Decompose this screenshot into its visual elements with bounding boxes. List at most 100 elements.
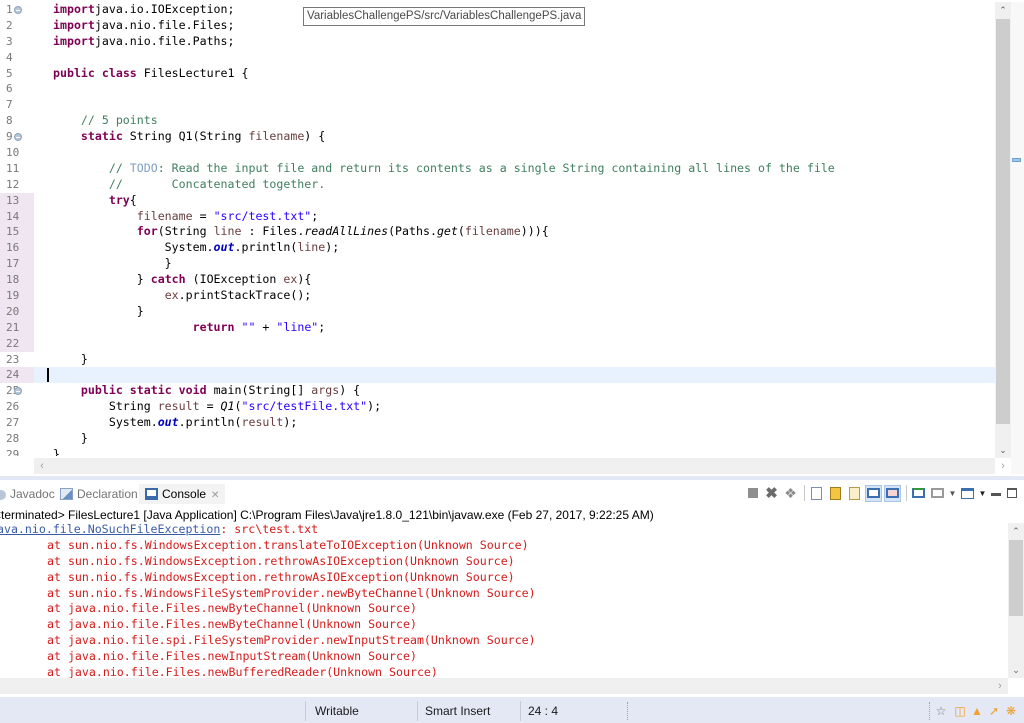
code-line[interactable]: 7: [0, 97, 995, 113]
code-text: }: [53, 431, 88, 447]
code-token: Q1: [220, 399, 235, 414]
tab-declaration[interactable]: Declaration: [60, 484, 138, 504]
editor-horizontal-scrollbar[interactable]: ‹ ›: [34, 458, 1005, 474]
code-line[interactable]: 26 String result = Q1("src/testFile.txt"…: [0, 399, 995, 415]
code-line[interactable]: 6: [0, 81, 995, 97]
code-text: ex.printStackTrace();: [53, 288, 312, 304]
stack-frame-line[interactable]: at java.nio.file.Files.newBufferedReader…: [0, 665, 1008, 678]
close-tab-icon[interactable]: ✕: [211, 490, 219, 501]
fold-collapse-icon[interactable]: [14, 6, 22, 14]
minimize-button[interactable]: ▬: [989, 485, 1003, 502]
console-vertical-scrollbar[interactable]: ⌃ ⌄: [1008, 523, 1024, 678]
scroll-up-icon[interactable]: ⌃: [995, 2, 1011, 18]
code-line[interactable]: 27 System.out.println(result);: [0, 415, 995, 431]
scroll-right-icon[interactable]: ›: [995, 458, 1011, 474]
console-scroll-thumb[interactable]: [1009, 540, 1023, 616]
code-line[interactable]: 17 }: [0, 256, 995, 273]
stack-frame-line[interactable]: at sun.nio.fs.WindowsException.translate…: [0, 538, 1008, 554]
code-line[interactable]: 11 // TODO: Read the input file and retu…: [0, 161, 995, 177]
notification-icon[interactable]: ☆: [934, 704, 948, 718]
code-line[interactable]: 15 for(String line : Files.readAllLines(…: [0, 224, 995, 241]
line-number-text: 6: [6, 82, 13, 96]
stack-frame-line[interactable]: at sun.nio.fs.WindowsFileSystemProvider.…: [0, 586, 1008, 602]
editor-vertical-scrollbar[interactable]: ⌃ ⌄: [995, 2, 1011, 458]
code-line[interactable]: 24: [0, 367, 995, 384]
tab-javadoc[interactable]: Javadoc: [0, 484, 55, 504]
word-wrap-button[interactable]: [846, 485, 863, 502]
maximize-button[interactable]: [1005, 485, 1019, 502]
code-line[interactable]: 21 return "" + "line";: [0, 319, 995, 336]
display-console-button[interactable]: [929, 485, 946, 502]
code-text: } catch (IOException ex){: [53, 272, 312, 288]
line-number-text: 15: [6, 225, 20, 239]
show-on-stderr-button[interactable]: [884, 484, 901, 502]
code-line[interactable]: 4: [0, 50, 995, 66]
code-token: =: [192, 208, 214, 223]
stack-frame-line[interactable]: at sun.nio.fs.WindowsException.rethrowAs…: [0, 570, 1008, 586]
remove-launch-button[interactable]: ✖: [763, 485, 780, 502]
stack-frame-line[interactable]: at java.nio.file.Files.newInputStream(Un…: [0, 649, 1008, 665]
code-token: (: [234, 399, 242, 414]
code-line[interactable]: 8 // 5 points: [0, 113, 995, 129]
scroll-right-icon[interactable]: ›: [992, 678, 1008, 694]
line-number-text: 13: [6, 193, 20, 207]
code-line[interactable]: 22: [0, 335, 995, 352]
graduation-cap-icon[interactable]: ▲: [970, 704, 984, 718]
overview-ruler[interactable]: [1011, 2, 1024, 474]
scroll-lock-button[interactable]: [827, 485, 844, 502]
code-line[interactable]: 5 public class FilesLecture1 {: [0, 66, 995, 82]
pin-console-button[interactable]: [910, 485, 927, 502]
code-line[interactable]: 19 ex.printStackTrace();: [0, 288, 995, 304]
display-console-dropdown[interactable]: ▼: [948, 485, 957, 502]
editor-scroll-thumb[interactable]: [996, 19, 1010, 424]
toolbar-separator: [906, 485, 907, 501]
open-console-button[interactable]: [959, 485, 976, 502]
stack-frame-line[interactable]: at java.nio.file.spi.FileSystemProvider.…: [0, 633, 1008, 649]
code-line[interactable]: 13 try{: [0, 192, 995, 209]
code-token: ex: [283, 272, 298, 287]
code-token: =: [199, 399, 221, 414]
clear-console-button[interactable]: [808, 485, 825, 502]
code-line[interactable]: 16 System.out.println(line);: [0, 240, 995, 257]
insert-mode-status[interactable]: Smart Insert: [425, 702, 490, 720]
terminate-icon: [747, 488, 758, 498]
remove-all-terminated-button[interactable]: ❖: [782, 485, 799, 502]
scroll-down-icon[interactable]: ⌄: [995, 442, 1011, 458]
code-line[interactable]: 12 // Concatenated together.: [0, 177, 995, 193]
line-number: 16: [0, 240, 34, 257]
todo-marker[interactable]: [1012, 158, 1021, 162]
stack-frame-line[interactable]: at java.nio.file.Files.newByteChannel(Un…: [0, 617, 1008, 633]
book-icon[interactable]: ◫: [953, 704, 967, 718]
scroll-left-icon[interactable]: ‹: [34, 458, 50, 474]
tab-console[interactable]: Console ✕: [139, 484, 226, 504]
code-line[interactable]: 23 }: [0, 352, 995, 368]
code-line[interactable]: 25 public static void main(String[] args…: [0, 383, 995, 399]
exception-link[interactable]: java.nio.file.NoSuchFileException: [0, 522, 220, 536]
word-wrap-icon: [849, 486, 860, 500]
terminate-button[interactable]: [744, 485, 761, 502]
console-output[interactable]: java.nio.file.NoSuchFileException: src\t…: [0, 522, 1008, 678]
code-line[interactable]: 18 } catch (IOException ex){: [0, 272, 995, 289]
code-line[interactable]: 10: [0, 145, 995, 161]
magic-wand-icon[interactable]: ➚: [987, 704, 1001, 718]
declaration-icon: [60, 488, 73, 500]
code-line[interactable]: 29}: [0, 447, 995, 456]
code-line[interactable]: 3 importjava.nio.file.Paths;: [0, 34, 995, 50]
scroll-up-icon[interactable]: ⌃: [1008, 523, 1024, 539]
show-on-stdout-button[interactable]: [865, 484, 882, 502]
code-line[interactable]: 28 }: [0, 431, 995, 447]
code-token: ex: [164, 288, 179, 303]
java-editor[interactable]: 1 importjava.io.IOException; 2 importjava.n…: [0, 0, 1024, 476]
code-area[interactable]: 1 importjava.io.IOException; 2 importjava.n…: [0, 2, 995, 456]
code-line[interactable]: 9 static String Q1(String filename) {: [0, 129, 995, 145]
stack-frame-line[interactable]: at sun.nio.fs.WindowsException.rethrowAs…: [0, 554, 1008, 570]
scroll-down-icon[interactable]: ⌄: [1008, 662, 1024, 678]
open-console-dropdown[interactable]: ▼: [978, 485, 987, 502]
code-line[interactable]: 20 }: [0, 303, 995, 320]
console-horizontal-scrollbar[interactable]: ›: [0, 678, 1008, 694]
fold-collapse-icon[interactable]: [14, 133, 22, 142]
fold-collapse-icon[interactable]: [14, 387, 22, 396]
stack-frame-line[interactable]: at java.nio.file.Files.newByteChannel(Un…: [0, 601, 1008, 617]
code-line[interactable]: 14 filename = "src/test.txt";: [0, 208, 995, 225]
lifebuoy-icon[interactable]: ❋: [1004, 704, 1018, 718]
